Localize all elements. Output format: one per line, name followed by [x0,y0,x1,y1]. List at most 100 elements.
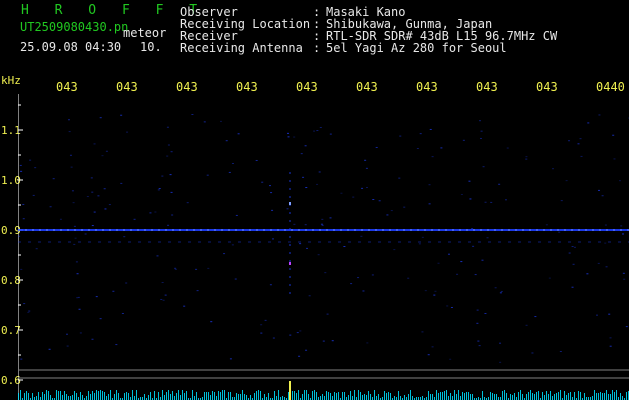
level-bar [244,394,245,400]
level-bar [494,394,495,400]
noise-speck [580,155,583,157]
level-bar [452,396,453,400]
level-bar [82,395,83,400]
level-bar [320,396,321,400]
level-bar [330,393,331,400]
level-bar [370,394,371,400]
noise-speck [478,345,481,347]
noise-speck [120,182,123,184]
noise-speck [386,214,389,216]
noise-speck [621,233,624,235]
noise-speck [545,224,548,226]
level-bar [136,390,137,400]
level-bar [350,391,351,400]
level-bar [204,392,205,400]
noise-speck [482,166,485,168]
noise-speck [105,150,108,152]
noise-speck [407,277,410,279]
level-bar [158,392,159,400]
level-bar [62,395,63,400]
noise-speck [84,233,87,235]
noise-speck [90,177,93,179]
noise-speck [20,170,23,172]
x-tick-label: 043 [416,80,438,94]
level-bar [490,392,491,400]
noise-speck [316,130,319,132]
level-bar [430,394,431,400]
noise-speck [167,224,170,226]
noise-speck [329,217,332,219]
noise-speck [170,151,173,153]
noise-speck [22,203,25,205]
noise-speck [99,318,102,320]
level-bar [268,393,269,400]
level-bar [126,392,127,400]
noise-speck [362,290,365,292]
level-bar [216,396,217,400]
noise-speck [597,262,600,264]
level-bar [172,391,173,400]
level-bar [492,393,493,400]
level-bar [80,392,81,400]
level-bar [162,390,163,400]
level-bar [214,392,215,400]
noise-speck [170,191,173,193]
level-bar [428,391,429,400]
level-bar [110,390,111,400]
level-bar [316,392,317,400]
noise-speck [229,358,232,360]
noise-speck [269,185,272,187]
level-bar [218,391,219,400]
spectrogram-plot [18,94,629,400]
noise-speck [571,286,574,288]
noise-speck [183,305,186,307]
level-bar [274,391,275,400]
level-bar [454,390,455,400]
noise-speck [32,194,35,196]
noise-speck [494,287,497,289]
noise-speck [587,122,590,124]
noise-speck [160,298,163,300]
y-unit-label: kHz [1,74,21,87]
level-bar [180,395,181,400]
noise-speck [65,333,68,335]
level-bar [466,392,467,400]
noise-speck [293,223,296,225]
noise-speck [120,114,123,116]
noise-speck [479,120,482,122]
level-bar [326,391,327,400]
level-bar [558,392,559,400]
noise-speck [68,131,71,133]
noise-speck [97,195,100,197]
noise-speck [480,130,483,132]
noise-speck [48,348,51,350]
noise-speck [29,159,32,161]
level-bar [456,394,457,400]
noise-speck [609,345,612,347]
level-bar [442,392,443,400]
noise-speck [357,277,360,279]
noise-speck [534,316,537,318]
noise-speck [69,154,72,156]
noise-speck [481,259,484,261]
noise-speck [476,322,479,324]
noise-speck [324,272,327,274]
level-bar [36,396,37,400]
noise-speck [317,254,320,256]
noise-speck [91,225,94,227]
noise-speck [86,196,89,198]
noise-speck [447,253,450,255]
noise-speck [484,201,487,203]
level-bar [394,396,395,400]
noise-speck [123,236,126,238]
level-bar [518,392,519,400]
level-bar [32,393,33,400]
noise-speck [296,332,299,334]
level-bar [314,390,315,400]
level-bar [388,392,389,400]
noise-speck [421,331,424,333]
noise-speck [49,206,52,208]
noise-speck [573,246,576,248]
noise-speck [548,277,551,279]
x-tick-label: 043 [176,80,198,94]
